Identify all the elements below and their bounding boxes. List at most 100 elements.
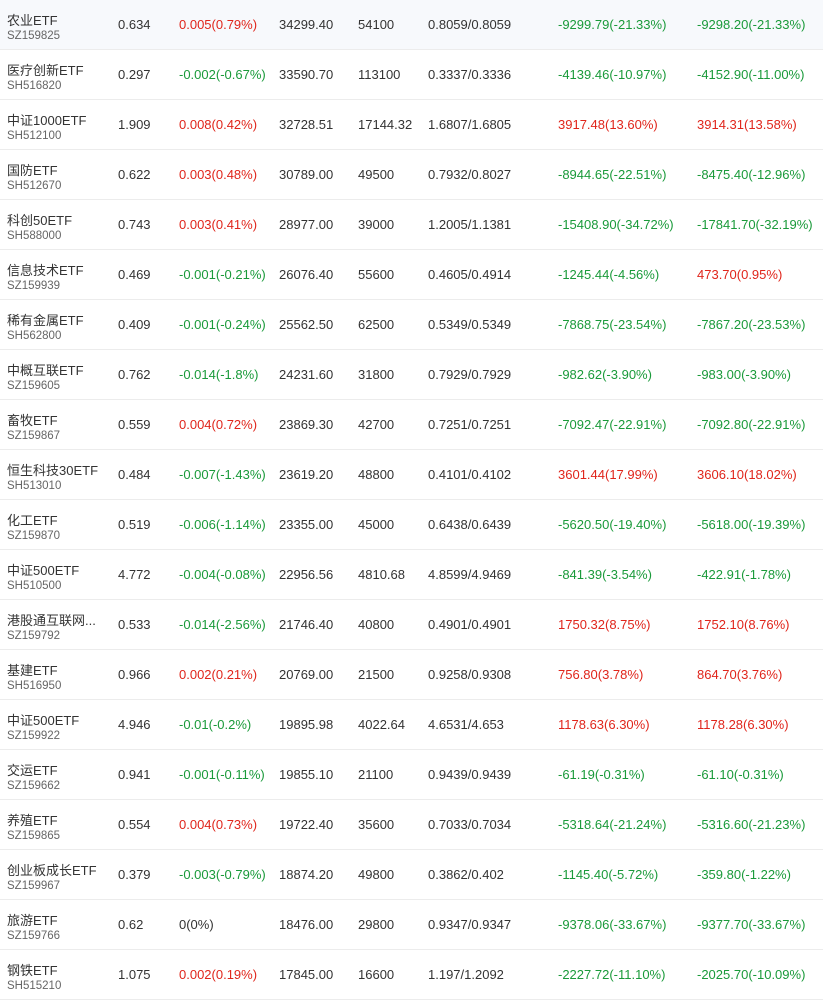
etf-code: SZ159867 [7, 430, 61, 442]
price-cell: 0.762 [118, 367, 151, 382]
bid-ask-cell: 0.6438/0.6439 [428, 517, 512, 532]
etf-name-link[interactable]: 稀有金属ETF [7, 310, 107, 329]
amount-cell: 17845.00 [279, 967, 334, 982]
table-row[interactable]: 中证500ETF SZ159922 4.946 -0.01(-0.2%) 198… [0, 700, 823, 750]
etf-name-link[interactable]: 中证1000ETF [7, 110, 107, 129]
flow-cell-2: -7867.20(-23.53%) [697, 317, 806, 332]
table-row[interactable]: 中证500ETF SH510500 4.772 -0.004(-0.08%) 2… [0, 550, 823, 600]
table-row[interactable]: 交运ETF SZ159662 0.941 -0.001(-0.11%) 1985… [0, 750, 823, 800]
etf-name-link[interactable]: 国防ETF [7, 160, 107, 179]
amount-cell: 30789.00 [279, 167, 334, 182]
flow-cell-1: 3601.44(17.99%) [558, 467, 658, 482]
name-cell: 畜牧ETF SZ159867 [7, 400, 112, 449]
price-cell: 0.941 [118, 767, 151, 782]
etf-name-link[interactable]: 港股通互联网... [7, 610, 107, 629]
amount-cell: 19895.98 [279, 717, 334, 732]
etf-code: SZ159766 [7, 930, 61, 942]
price-cell: 0.559 [118, 417, 151, 432]
table-row[interactable]: 中概互联ETF SZ159605 0.762 -0.014(-1.8%) 242… [0, 350, 823, 400]
price-cell: 0.554 [118, 817, 151, 832]
etf-name-link[interactable]: 中证500ETF [7, 560, 107, 579]
etf-name-link[interactable]: 中证500ETF [7, 710, 107, 729]
flow-cell-2: -9298.20(-21.33%) [697, 17, 806, 32]
amount-cell: 19722.40 [279, 817, 334, 832]
table-row[interactable]: 科创50ETF SH588000 0.743 0.003(0.41%) 2897… [0, 200, 823, 250]
table-row[interactable]: 中证1000ETF SH512100 1.909 0.008(0.42%) 32… [0, 100, 823, 150]
volume-cell: 4022.64 [358, 717, 405, 732]
change-cell: 0.005(0.79%) [179, 17, 258, 32]
name-cell: 中概互联ETF SZ159605 [7, 350, 112, 399]
change-cell: -0.004(-0.08%) [179, 567, 266, 582]
table-row[interactable]: 钢铁ETF SH515210 1.075 0.002(0.19%) 17845.… [0, 950, 823, 1000]
table-row[interactable]: 医疗创新ETF SH516820 0.297 -0.002(-0.67%) 33… [0, 50, 823, 100]
etf-code: SH516950 [7, 680, 62, 692]
etf-name-link[interactable]: 科创50ETF [7, 210, 107, 229]
flow-cell-1: -15408.90(-34.72%) [558, 217, 674, 232]
table-row[interactable]: 畜牧ETF SZ159867 0.559 0.004(0.72%) 23869.… [0, 400, 823, 450]
flow-cell-2: -17841.70(-32.19%) [697, 217, 813, 232]
change-cell: 0.003(0.48%) [179, 167, 258, 182]
table-row[interactable]: 稀有金属ETF SH562800 0.409 -0.001(-0.24%) 25… [0, 300, 823, 350]
etf-name-link[interactable]: 中概互联ETF [7, 360, 107, 379]
table-row[interactable]: 养殖ETF SZ159865 0.554 0.004(0.73%) 19722.… [0, 800, 823, 850]
etf-name-link[interactable]: 养殖ETF [7, 810, 107, 829]
price-cell: 0.519 [118, 517, 151, 532]
flow-cell-2: -4152.90(-11.00%) [697, 67, 805, 82]
bid-ask-cell: 0.7929/0.7929 [428, 367, 512, 382]
flow-cell-2: -983.00(-3.90%) [697, 367, 791, 382]
amount-cell: 20769.00 [279, 667, 334, 682]
etf-code: SH512670 [7, 180, 62, 192]
bid-ask-cell: 1.197/1.2092 [428, 967, 504, 982]
bid-ask-cell: 0.5349/0.5349 [428, 317, 512, 332]
change-cell: -0.006(-1.14%) [179, 517, 266, 532]
flow-cell-2: 473.70(0.95%) [697, 267, 783, 282]
flow-cell-1: -1245.44(-4.56%) [558, 267, 660, 282]
flow-cell-1: 1178.63(6.30%) [558, 717, 650, 732]
etf-name-link[interactable]: 创业板成长ETF [7, 860, 107, 879]
flow-cell-1: -9299.79(-21.33%) [558, 17, 667, 32]
flow-cell-2: 3914.31(13.58%) [697, 117, 797, 132]
etf-name-link[interactable]: 医疗创新ETF [7, 60, 107, 79]
table-row[interactable]: 港股通互联网... SZ159792 0.533 -0.014(-2.56%) … [0, 600, 823, 650]
price-cell: 4.772 [118, 567, 151, 582]
table-row[interactable]: 化工ETF SZ159870 0.519 -0.006(-1.14%) 2335… [0, 500, 823, 550]
price-cell: 0.484 [118, 467, 151, 482]
price-cell: 0.743 [118, 217, 151, 232]
etf-code: SH515210 [7, 980, 62, 992]
etf-name-link[interactable]: 信息技术ETF [7, 260, 107, 279]
etf-name-link[interactable]: 基建ETF [7, 660, 107, 679]
bid-ask-cell: 0.3337/0.3336 [428, 67, 512, 82]
flow-cell-2: -2025.70(-10.09%) [697, 967, 806, 982]
table-row[interactable]: 旅游ETF SZ159766 0.62 0(0%) 18476.00 29800… [0, 900, 823, 950]
amount-cell: 22956.56 [279, 567, 334, 582]
etf-name-link[interactable]: 交运ETF [7, 760, 107, 779]
etf-name-link[interactable]: 畜牧ETF [7, 410, 107, 429]
change-cell: -0.007(-1.43%) [179, 467, 266, 482]
table-row[interactable]: 信息技术ETF SZ159939 0.469 -0.001(-0.21%) 26… [0, 250, 823, 300]
price-cell: 0.62 [118, 917, 144, 932]
etf-name-link[interactable]: 化工ETF [7, 510, 107, 529]
etf-name-link[interactable]: 旅游ETF [7, 910, 107, 929]
price-cell: 0.409 [118, 317, 151, 332]
price-cell: 1.909 [118, 117, 151, 132]
flow-cell-1: -5318.64(-21.24%) [558, 817, 667, 832]
change-cell: 0.004(0.73%) [179, 817, 258, 832]
table-row[interactable]: 恒生科技30ETF SH513010 0.484 -0.007(-1.43%) … [0, 450, 823, 500]
amount-cell: 19855.10 [279, 767, 334, 782]
etf-name-link[interactable]: 钢铁ETF [7, 960, 107, 979]
change-cell: 0(0%) [179, 917, 214, 932]
table-row[interactable]: 创业板成长ETF SZ159967 0.379 -0.003(-0.79%) 1… [0, 850, 823, 900]
table-row[interactable]: 国防ETF SH512670 0.622 0.003(0.48%) 30789.… [0, 150, 823, 200]
amount-cell: 26076.40 [279, 267, 334, 282]
etf-name-link[interactable]: 恒生科技30ETF [7, 460, 107, 479]
table-row[interactable]: 基建ETF SH516950 0.966 0.002(0.21%) 20769.… [0, 650, 823, 700]
flow-cell-1: -982.62(-3.90%) [558, 367, 652, 382]
table-row[interactable]: 农业ETF SZ159825 0.634 0.005(0.79%) 34299.… [0, 0, 823, 50]
flow-cell-1: -5620.50(-19.40%) [558, 517, 667, 532]
flow-cell-1: -4139.46(-10.97%) [558, 67, 667, 82]
name-cell: 旅游ETF SZ159766 [7, 900, 112, 949]
etf-name-link[interactable]: 农业ETF [7, 10, 107, 29]
price-cell: 1.075 [118, 967, 151, 982]
flow-cell-1: -9378.06(-33.67%) [558, 917, 667, 932]
etf-code: SZ159870 [7, 530, 61, 542]
